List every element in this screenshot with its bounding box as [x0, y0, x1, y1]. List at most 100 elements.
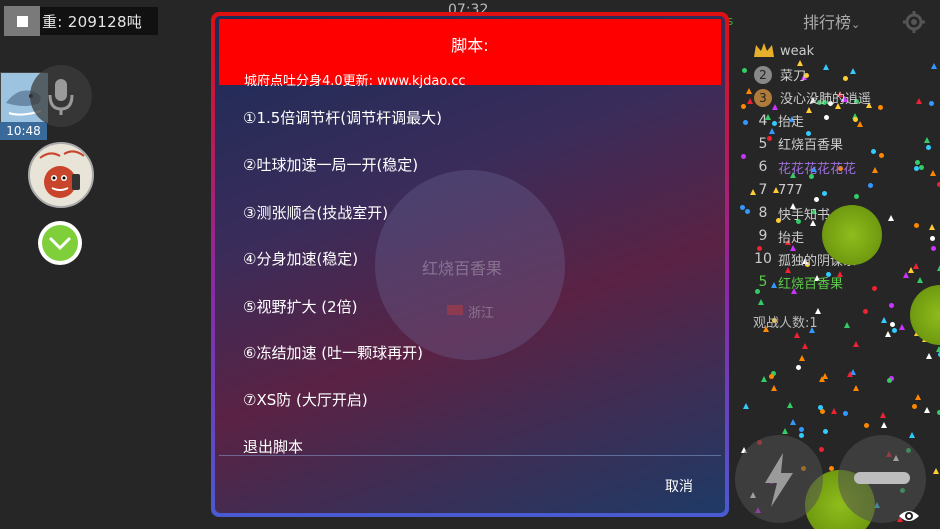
- rank-number: 6: [758, 159, 768, 176]
- food-pellet: [880, 422, 887, 429]
- food-pellet: [899, 323, 906, 330]
- dialog-subtitle: 城府点吐分身4.0更新: www.kjdao.cc: [244, 74, 466, 89]
- microphone-button[interactable]: [30, 65, 92, 127]
- leaderboard-row: 7 777: [752, 179, 932, 202]
- food-pellet: [912, 403, 918, 409]
- food-pellet: [931, 63, 938, 70]
- food-pellet: [884, 330, 891, 337]
- food-pellet: [795, 365, 801, 371]
- food-pellet: [799, 355, 806, 362]
- dialog-header: 脚本: 城府点吐分身4.0更新: www.kjdao.cc: [219, 19, 721, 89]
- food-pellet: [741, 68, 747, 74]
- leaderboard-name: 红烧百香果: [778, 276, 844, 292]
- rank-number: 5: [758, 274, 768, 291]
- microphone-icon: [48, 79, 74, 115]
- script-option-7[interactable]: ⑦XS防 (大厅开启): [243, 389, 368, 410]
- food-pellet: [863, 423, 869, 429]
- eye-icon[interactable]: [898, 508, 920, 528]
- leaderboard-name: 快手知书: [778, 207, 831, 223]
- spectator-count: 观战人数:1: [753, 316, 818, 331]
- food-pellet: [760, 376, 767, 383]
- food-pellet: [768, 373, 774, 379]
- food-pellet: [933, 467, 940, 474]
- dialog-divider: [219, 455, 721, 456]
- rank-number: 5: [758, 135, 768, 152]
- leaderboard-name: 抬走: [778, 230, 805, 246]
- script-option-1[interactable]: ①1.5倍调节杆(调节杆调最大): [243, 107, 442, 128]
- checkbox-icon[interactable]: [4, 6, 40, 36]
- script-option-6[interactable]: ⑥冻结加速 (吐一颗球再开): [243, 342, 423, 363]
- background-player-name: 红烧百香果: [422, 259, 503, 278]
- leaderboard-row: 6 花花花花花花: [752, 155, 932, 178]
- background-flag-text: 浙江: [468, 306, 495, 321]
- lightning-icon: [765, 453, 793, 507]
- food-pellet: [741, 104, 747, 110]
- script-option-4[interactable]: ④分身加速(稳定): [243, 248, 358, 269]
- rank-number: 8: [758, 205, 768, 222]
- food-pellet: [770, 385, 777, 392]
- leaderboard-name: 红烧百香果: [778, 138, 844, 154]
- split-button[interactable]: [735, 435, 823, 523]
- food-pellet: [787, 401, 794, 408]
- food-pellet: [744, 208, 750, 214]
- leaderboard-row: 2 菜刀: [752, 63, 932, 86]
- food-pellet: [782, 427, 789, 434]
- food-pellet: [740, 153, 746, 159]
- weight-display: 重: 209128吨: [4, 6, 158, 36]
- leaderboard-row: 5 红烧百香果: [752, 132, 932, 155]
- leaderboard-name: 抬走: [778, 115, 805, 131]
- food-pellet: [862, 308, 868, 314]
- rank-number: 4: [758, 112, 768, 129]
- food-pellet: [745, 87, 752, 94]
- leaderboard-name: 花花花花花花: [778, 161, 857, 177]
- food-pellet: [794, 331, 801, 338]
- rank-badge: 3: [754, 88, 772, 107]
- rank-number: 7: [758, 182, 768, 199]
- food-pellet: [822, 428, 828, 434]
- background-flag-icon: [447, 305, 463, 315]
- leaderboard-row: 4 抬走: [752, 109, 932, 132]
- food-pellet: [926, 353, 933, 360]
- food-pellet: [758, 299, 765, 306]
- gear-icon[interactable]: [903, 11, 925, 37]
- food-pellet: [935, 346, 940, 353]
- crown-icon: [752, 41, 776, 63]
- leaderboard-title[interactable]: 排行榜⌄: [803, 9, 860, 33]
- chevron-down-icon: [42, 225, 78, 261]
- food-pellet: [880, 317, 887, 324]
- food-pellet: [852, 384, 859, 391]
- leaderboard-name: weak: [780, 44, 815, 60]
- cancel-button[interactable]: 取消: [665, 476, 693, 496]
- script-option-5[interactable]: ⑤视野扩大 (2倍): [243, 296, 357, 317]
- exit-script-button[interactable]: 退出脚本: [243, 436, 303, 457]
- food-pellet: [853, 341, 860, 348]
- food-pellet: [887, 378, 893, 383]
- food-pellet: [888, 302, 894, 308]
- leaderboard-row: weak: [752, 40, 932, 63]
- food-pellet: [830, 408, 837, 415]
- leaderboard-row: 5 红烧百香果: [752, 271, 932, 294]
- dialog-body: 红烧百香果 浙江 脚本: 城府点吐分身4.0更新: www.kjdao.cc ①…: [215, 16, 725, 513]
- dialog-title: 脚本:: [451, 36, 489, 55]
- rank-number: 9: [758, 228, 768, 245]
- script-menu-dialog: 红烧百香果 浙江 脚本: 城府点吐分身4.0更新: www.kjdao.cc ①…: [211, 12, 729, 517]
- emoji-sticker-button[interactable]: [28, 142, 94, 208]
- leaderboard-name: 菜刀: [780, 69, 807, 85]
- food-pellet: [844, 321, 851, 328]
- leaderboard-name: 777: [778, 182, 803, 198]
- food-pellet: [891, 328, 897, 334]
- expand-button[interactable]: [38, 221, 82, 265]
- food-pellet: [914, 393, 921, 400]
- leaderboard-name: 没心没肺的逍遥: [780, 92, 872, 108]
- script-option-2[interactable]: ②吐球加速一局一开(稳定): [243, 154, 418, 175]
- script-option-3[interactable]: ③测张顺合(技战室开): [243, 202, 388, 223]
- weight-text: 重: 209128吨: [42, 12, 143, 31]
- food-pellet: [742, 119, 748, 125]
- food-pellet: [890, 322, 896, 328]
- food-pellet: [790, 419, 797, 426]
- food-pellet: [742, 403, 749, 410]
- food-pellet: [818, 375, 825, 382]
- food-pellet: [847, 371, 854, 378]
- food-pellet: [799, 426, 805, 432]
- leaderboard-row: 3 没心没肺的逍遥: [752, 86, 932, 109]
